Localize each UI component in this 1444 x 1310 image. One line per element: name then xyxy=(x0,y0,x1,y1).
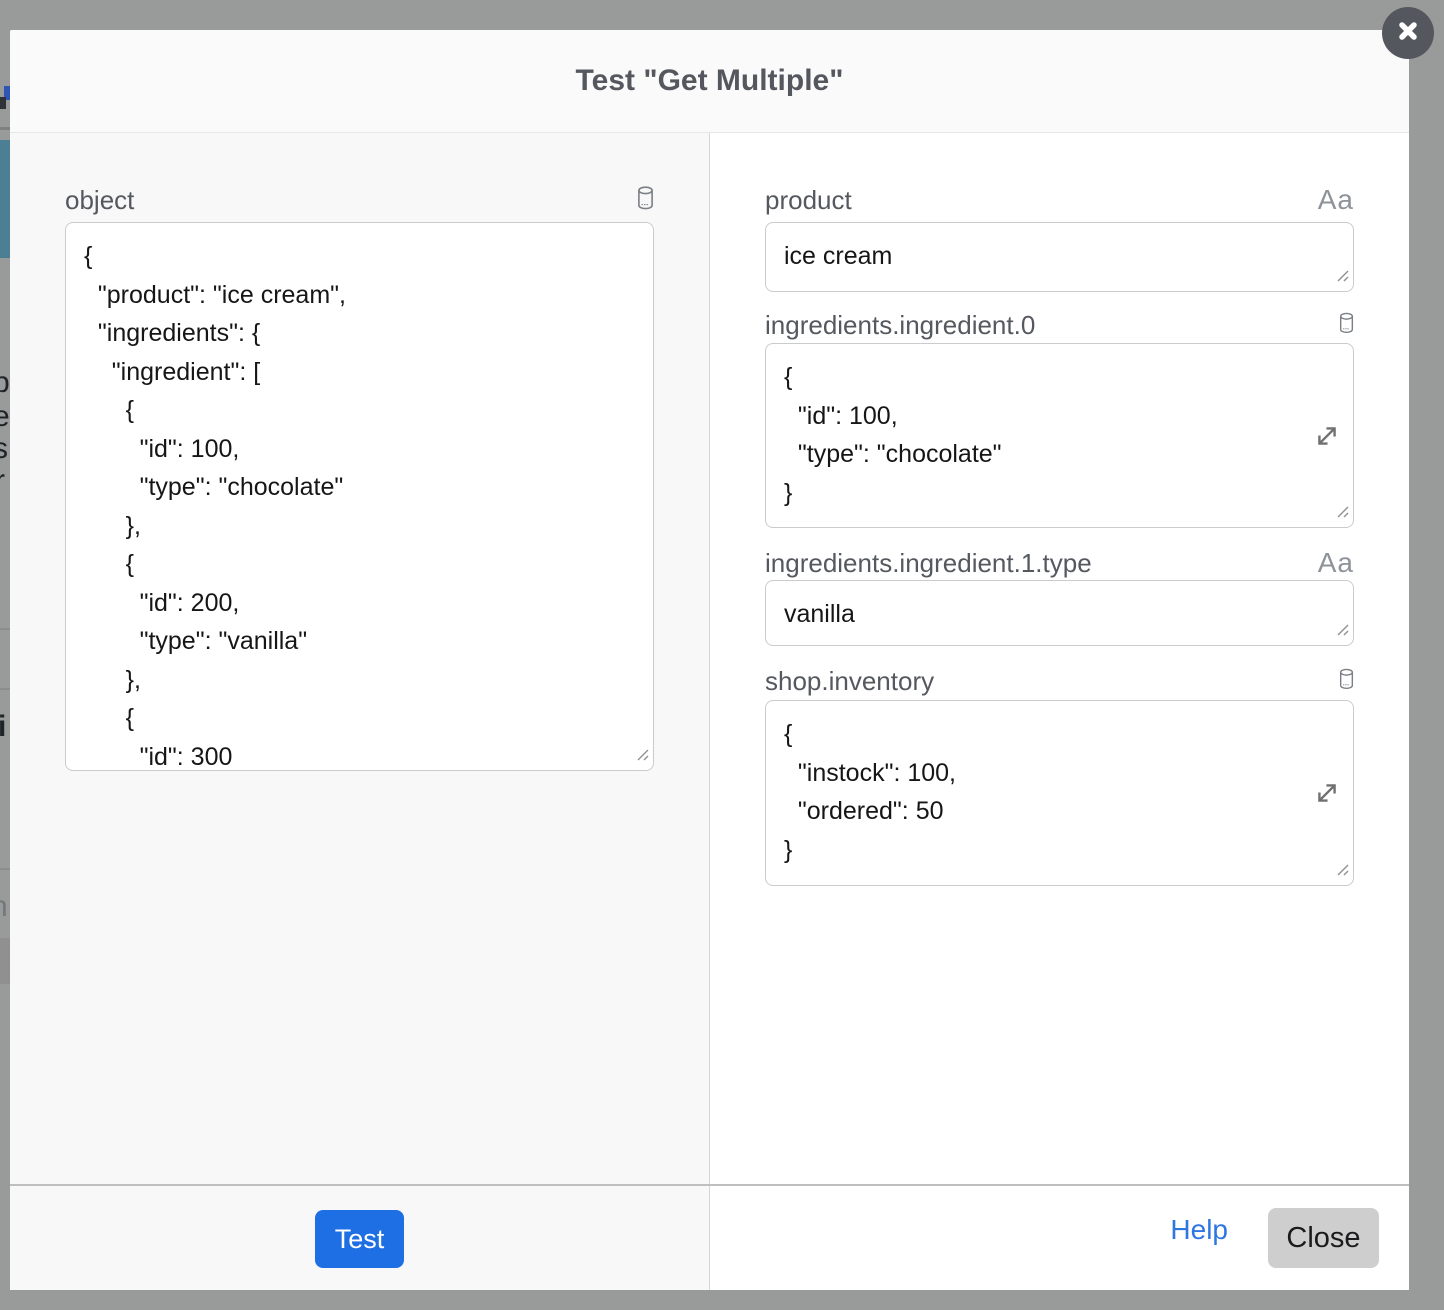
dialog-close-x-button[interactable] xyxy=(1382,7,1434,59)
backdrop-text-fragment: r xyxy=(0,466,5,496)
dialog-title: Test "Get Multiple" xyxy=(10,30,1409,133)
object-json-input[interactable]: { "product": "ice cream", "ingredients":… xyxy=(65,222,654,771)
backdrop-divider xyxy=(0,868,10,870)
resize-handle-icon[interactable] xyxy=(1335,504,1349,523)
ingredient-0-value-input[interactable]: { "id": 100, "type": "chocolate" } xyxy=(765,343,1354,528)
footer-right-section: Help Close xyxy=(710,1186,1409,1290)
source-object-panel: object { "product": "ice cream", "ingred… xyxy=(10,133,710,1184)
footer-left-section: Test xyxy=(10,1186,710,1290)
field-label-product: product xyxy=(765,185,852,216)
resize-handle-icon[interactable] xyxy=(635,747,649,766)
backdrop-divider xyxy=(0,127,10,130)
backdrop-text-fragment: i xyxy=(0,712,6,742)
resize-handle-icon[interactable] xyxy=(1335,622,1349,641)
backdrop-dark-mark xyxy=(0,97,6,109)
expand-icon[interactable] xyxy=(1314,423,1340,454)
resize-handle-icon[interactable] xyxy=(1335,862,1349,881)
test-dialog: Test "Get Multiple" object { "product": … xyxy=(10,30,1409,1290)
database-icon xyxy=(1339,668,1354,695)
backdrop-text-fragment: n xyxy=(0,892,8,922)
database-icon xyxy=(637,186,654,215)
backdrop-divider xyxy=(0,688,10,690)
object-field-label: object xyxy=(65,185,134,216)
text-type-icon: Aa xyxy=(1318,547,1354,579)
dialog-footer: Test Help Close xyxy=(10,1184,1409,1290)
text-type-icon: Aa xyxy=(1318,184,1354,216)
ingredient-1-type-value-input[interactable]: vanilla xyxy=(765,580,1354,646)
results-panel: product Aa ice cream ingredients.ingredi… xyxy=(710,133,1409,1184)
field-label-ingredient-1-type: ingredients.ingredient.1.type xyxy=(765,548,1092,579)
product-value-input[interactable]: ice cream xyxy=(765,222,1354,292)
backdrop-text-fragment: p xyxy=(0,368,10,398)
field-label-shop-inventory: shop.inventory xyxy=(765,666,934,697)
backdrop-text-fragment: e xyxy=(0,402,10,432)
backdrop-teal-block xyxy=(0,140,10,258)
resize-handle-icon[interactable] xyxy=(1335,268,1349,287)
database-icon xyxy=(1339,312,1354,339)
close-button[interactable]: Close xyxy=(1268,1208,1379,1268)
field-label-ingredient-0: ingredients.ingredient.0 xyxy=(765,310,1035,341)
backdrop-text-fragment: s xyxy=(0,434,8,464)
backdrop-gray-block xyxy=(0,938,10,984)
test-button[interactable]: Test xyxy=(315,1210,404,1268)
expand-icon[interactable] xyxy=(1314,780,1340,811)
close-icon xyxy=(1396,19,1420,48)
shop-inventory-value-input[interactable]: { "instock": 100, "ordered": 50 } xyxy=(765,700,1354,886)
backdrop-divider xyxy=(0,628,10,630)
help-link[interactable]: Help xyxy=(1170,1214,1228,1246)
